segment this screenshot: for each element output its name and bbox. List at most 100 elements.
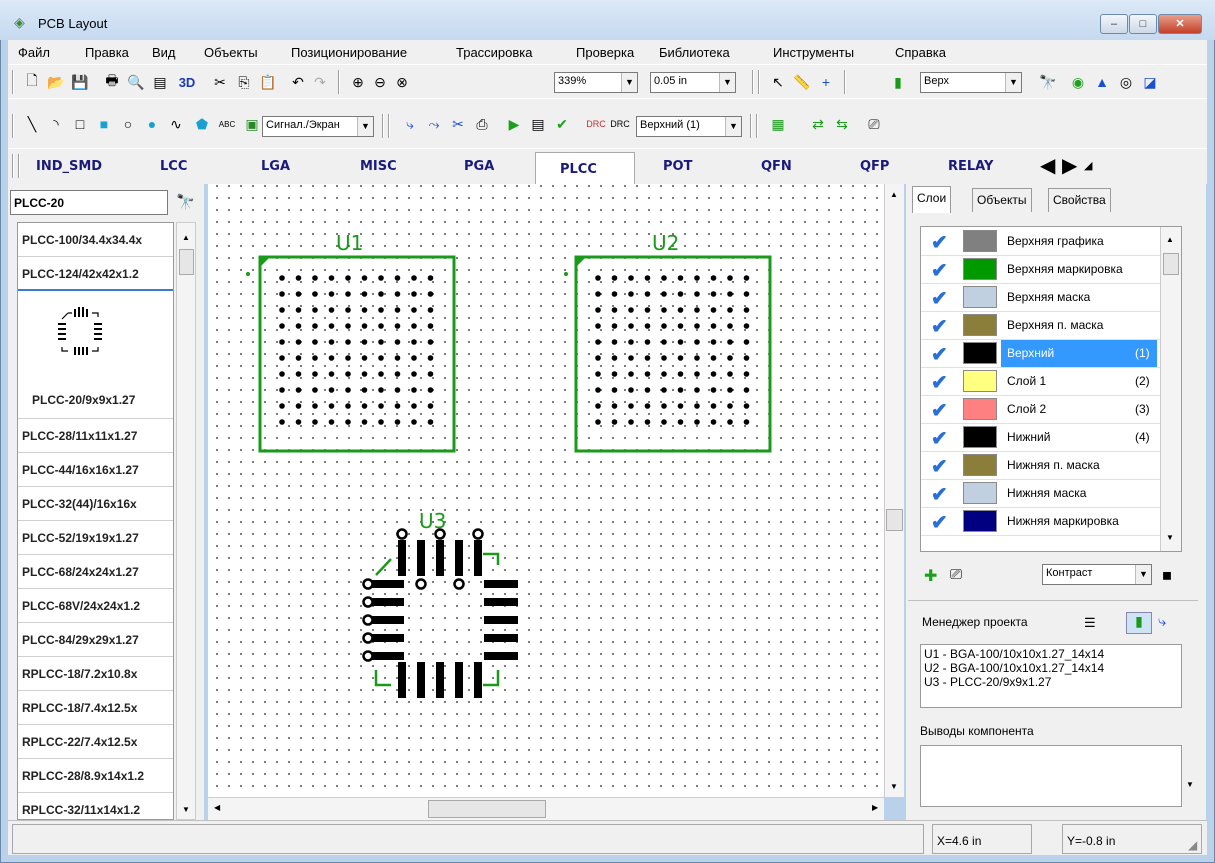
tab-next-icon[interactable]: ▶ [1062, 153, 1077, 178]
polyline-icon[interactable]: ∿ [166, 114, 186, 134]
layer-row[interactable]: ✔ Верхняя маркировка [921, 255, 1161, 284]
layer-row[interactable]: ✔ Нижняя п. маска [921, 451, 1161, 480]
layer-row[interactable]: ✔ Слой 1 (2) [921, 367, 1161, 396]
tab-lcc[interactable]: LCC [160, 159, 187, 174]
cut-icon[interactable]: ✂ [210, 72, 230, 92]
layer-color-swatch[interactable] [963, 314, 997, 336]
menu-file[interactable]: Файл [18, 45, 50, 60]
component-icon[interactable]: ▮ [888, 72, 908, 92]
tab-pga[interactable]: PGA [464, 159, 494, 174]
menu-tools[interactable]: Инструменты [773, 45, 854, 60]
properties-icon[interactable]: ⎚ [864, 114, 884, 134]
canvas-hscroll[interactable]: ◀ ▶ [208, 797, 884, 820]
ruler-icon[interactable]: 📏 [792, 72, 812, 92]
find-icon[interactable]: 🔭 [1038, 72, 1058, 92]
menu-routing[interactable]: Трассировка [456, 45, 533, 60]
drc-icon[interactable]: DRC [586, 114, 606, 134]
list-item[interactable]: PLCC-52/19x19x1.27 [18, 521, 173, 555]
grid-combo[interactable]: 0.05 in ▼ [650, 72, 736, 93]
minimize-button[interactable]: ‒ [1100, 14, 1128, 34]
layer-visible-check-icon[interactable]: ✔ [931, 370, 948, 395]
layer-visible-check-icon[interactable]: ✔ [931, 314, 948, 339]
polygon-icon[interactable]: ⬟ [192, 114, 212, 134]
layer-row[interactable]: ✔ Верхний (1) [921, 339, 1161, 368]
print-preview-icon[interactable]: 🔍 [126, 72, 146, 92]
zoom-in-icon[interactable]: ⊕ [348, 72, 368, 92]
tab-qfn[interactable]: QFN [761, 159, 792, 174]
tab-lga[interactable]: LGA [261, 159, 290, 174]
library-list[interactable]: PLCC-100/34.4x34.4x PLCC-124/42x42x1.2 P… [17, 222, 174, 820]
pcb-canvas[interactable]: U1 U2 U3 [208, 184, 884, 797]
component-pins-list[interactable] [920, 745, 1182, 807]
trace-icon[interactable]: ⤷ [400, 114, 420, 134]
list-item[interactable]: RPLCC-18/7.2x10.8x [18, 657, 173, 691]
canvas-vscroll[interactable]: ▲ ▼ [884, 184, 904, 797]
layer-settings-icon[interactable]: ⎚ [950, 566, 962, 583]
layer-visible-check-icon[interactable]: ✔ [931, 426, 948, 451]
autoroute-icon[interactable]: ⤳ [424, 114, 444, 134]
zoom-combo[interactable]: 339% ▼ [554, 72, 638, 93]
library-scrollbar[interactable]: ▲ ▼ [176, 222, 196, 820]
print-icon[interactable]: 🖶 [102, 72, 122, 92]
view-3d-button[interactable]: 3D [174, 72, 200, 92]
menu-library[interactable]: Библиотека [659, 45, 730, 60]
copy-icon[interactable]: ⎘ [234, 72, 254, 92]
layer-combo[interactable]: Верхний (1) ▼ [636, 116, 742, 137]
list-item[interactable]: PLCC-100/34.4x34.4x [18, 223, 173, 257]
tab-objects[interactable]: Объекты [972, 188, 1032, 212]
settings-icon[interactable]: ◪ [1140, 72, 1160, 92]
list-item[interactable]: PLCC-124/42x42x1.2 [18, 257, 173, 291]
tab-layers[interactable]: Слои [912, 186, 952, 213]
text-tool-icon[interactable]: ABC [216, 114, 238, 134]
net-list-icon[interactable]: ▦ [768, 114, 788, 134]
layer-row[interactable]: ✔ Верхняя графика [921, 227, 1161, 256]
filled-rectangle-icon[interactable]: ■ [94, 114, 114, 134]
layer-color-swatch[interactable] [963, 398, 997, 420]
list-item[interactable]: RPLCC-28/8.9x14x1.2 [18, 759, 173, 793]
layer-row[interactable]: ✔ Верхняя маска [921, 283, 1161, 312]
layer-color-swatch[interactable] [963, 258, 997, 280]
pm-components-icon[interactable]: ▮ [1126, 612, 1152, 634]
report-icon[interactable]: ▤ [150, 72, 170, 92]
layer-visible-check-icon[interactable]: ✔ [931, 510, 948, 535]
tab-prev-icon[interactable]: ◀ [1040, 153, 1055, 178]
layer-visible-check-icon[interactable]: ✔ [931, 398, 948, 423]
unroute-icon[interactable]: ✂ [448, 114, 468, 134]
new-file-icon[interactable]: 🗋 [22, 72, 42, 92]
list-item[interactable]: PLCC-28/11x11x1.27 [18, 419, 173, 453]
library-find-icon[interactable]: 🔭 [176, 193, 195, 211]
layer-color-swatch[interactable] [963, 370, 997, 392]
tab-properties[interactable]: Свойства [1048, 188, 1111, 212]
layer-visible-check-icon[interactable]: ✔ [931, 258, 948, 283]
rectangle-icon[interactable]: □ [70, 114, 90, 134]
list-item[interactable]: U1 - BGA-100/10x10x1.27_14x14 [924, 647, 1178, 661]
zoom-fit-icon[interactable]: ⊗ [392, 72, 412, 92]
layer-visible-check-icon[interactable]: ✔ [931, 286, 948, 311]
pins-scroll-icon[interactable]: ▼ [1186, 780, 1194, 789]
drc-settings-icon[interactable]: DRC [610, 114, 630, 134]
paste-icon[interactable]: 📋 [258, 72, 278, 92]
layers-scrollbar[interactable]: ▲ ▼ [1160, 227, 1181, 551]
layer-color-swatch[interactable] [963, 510, 997, 532]
menu-view[interactable]: Вид [152, 45, 176, 60]
mode-combo[interactable]: Сигнал./Экран ▼ [262, 116, 374, 137]
add-layer-icon[interactable]: ✚ [924, 566, 937, 586]
layer-visible-check-icon[interactable]: ✔ [931, 342, 948, 367]
circle-icon[interactable]: ○ [118, 114, 138, 134]
undo-icon[interactable]: ↶ [288, 72, 308, 92]
layer-row[interactable]: ✔ Верхняя п. маска [921, 311, 1161, 340]
via-icon[interactable]: ◎ [1116, 72, 1136, 92]
tab-ind-smd[interactable]: IND_SMD [36, 159, 102, 174]
save-icon[interactable]: 💾 [70, 72, 90, 92]
layer-row[interactable]: ✔ Слой 2 (3) [921, 395, 1161, 424]
line-icon[interactable]: ╲ [22, 114, 42, 134]
open-folder-icon[interactable]: 📂 [46, 72, 66, 92]
list-item[interactable]: PLCC-32(44)/16x16x [18, 487, 173, 521]
layer-color-swatch[interactable] [963, 230, 997, 252]
report2-icon[interactable]: ▤ [528, 114, 548, 134]
layer-row[interactable]: ✔ Нижняя маска [921, 479, 1161, 508]
contrast-combo[interactable]: Контраст ▼ [1042, 564, 1152, 585]
pointer-icon[interactable]: ↖ [768, 72, 788, 92]
layer-color-swatch[interactable] [963, 426, 997, 448]
layer-color-swatch[interactable] [963, 454, 997, 476]
